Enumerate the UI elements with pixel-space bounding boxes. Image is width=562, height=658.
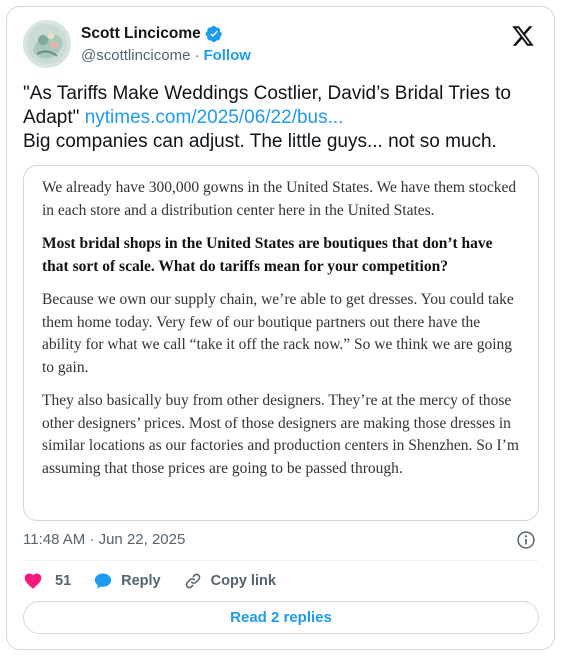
separator-dot: · xyxy=(194,47,200,64)
author-name-row: Scott Lincicome xyxy=(81,25,223,43)
x-logo-icon[interactable] xyxy=(511,24,535,48)
verified-badge-icon xyxy=(205,25,223,43)
embedded-tweet-card: Scott Lincicome @scottlincicome · Follow… xyxy=(6,6,555,650)
author-name[interactable]: Scott Lincicome xyxy=(81,25,201,43)
reply-label: Reply xyxy=(121,573,161,589)
speech-bubble-icon xyxy=(94,573,112,589)
article-question: Most bridal shops in the United States a… xyxy=(42,235,493,275)
follow-button[interactable]: Follow xyxy=(203,47,251,64)
like-count: 51 xyxy=(55,573,72,589)
reply-button[interactable]: Reply xyxy=(93,571,161,591)
link-icon xyxy=(185,573,200,589)
tweet-text: "As Tariffs Make Weddings Costlier, Davi… xyxy=(23,82,543,154)
action-bar: 51 Reply Copy link xyxy=(23,569,298,593)
read-replies-button[interactable]: Read 2 replies xyxy=(23,601,539,634)
divider xyxy=(23,560,539,561)
tweet-timestamp[interactable]: 11:48 AM · Jun 22, 2025 xyxy=(23,531,185,548)
author-handle-row: @scottlincicome · Follow xyxy=(81,47,251,64)
info-icon[interactable] xyxy=(516,530,536,550)
author-handle[interactable]: @scottlincicome xyxy=(81,47,190,64)
article-paragraph: They also basically buy from other desig… xyxy=(42,392,519,477)
article-paragraph: We already have 300,000 gowns in the Uni… xyxy=(42,179,517,219)
read-replies-label: Read 2 replies xyxy=(230,609,332,626)
heart-icon xyxy=(24,573,42,589)
copy-link-label: Copy link xyxy=(210,573,276,589)
like-button[interactable]: 51 xyxy=(23,571,71,591)
avatar[interactable] xyxy=(23,20,71,68)
quoted-article-image[interactable]: We already have 300,000 gowns in the Uni… xyxy=(23,165,539,521)
tweet-comment: Big companies can adjust. The little guy… xyxy=(23,131,497,152)
article-paragraph: Because we own our supply chain, we’re a… xyxy=(42,291,514,376)
tweet-link[interactable]: nytimes.com/2025/06/22/bus... xyxy=(85,107,344,128)
copy-link-button[interactable]: Copy link xyxy=(183,571,276,591)
